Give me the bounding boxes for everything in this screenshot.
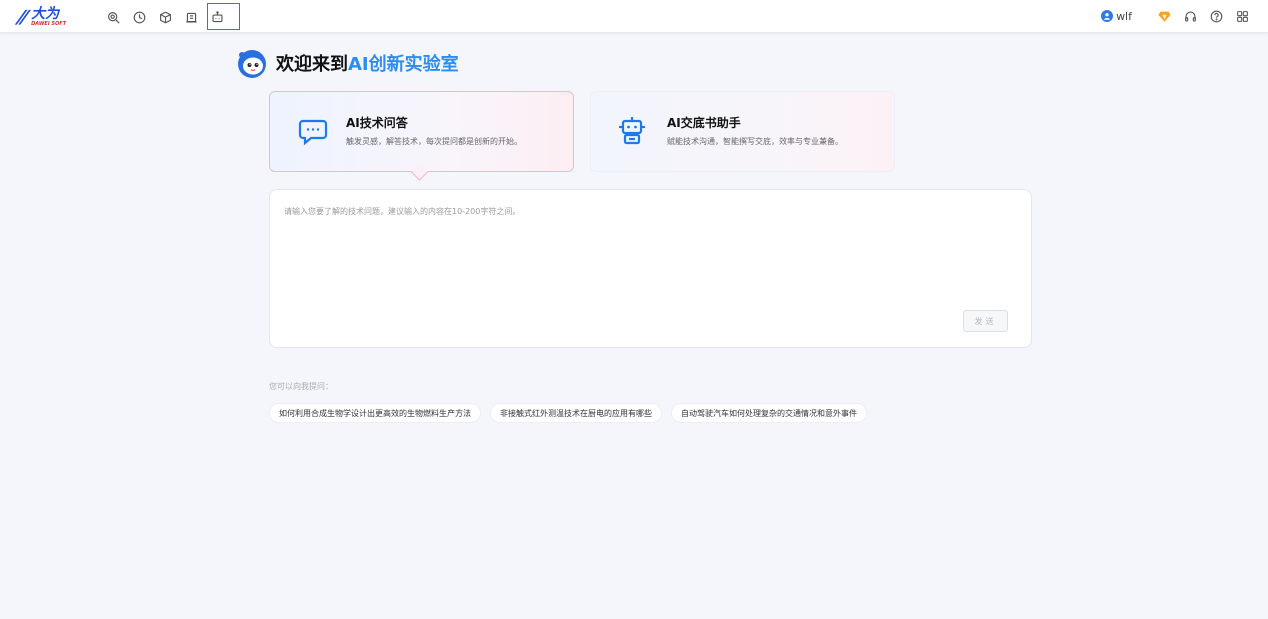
suggestions-label: 您可以向我提问： (269, 382, 333, 391)
suggestion-chip[interactable]: 如何利用合成生物学设计出更高效的生物燃料生产方法 (269, 403, 481, 423)
logo-cn: 大为 (31, 6, 60, 22)
card-body: AI技术问答 触发灵感，解答技术，每次提问都是创新的开始。 (346, 114, 522, 147)
logo[interactable]: ∕∕ 大为 DAWEI SOFT (15, 5, 86, 29)
header-right: wlf (1101, 8, 1250, 24)
send-button[interactable]: 发送 (963, 310, 1008, 332)
user-avatar (1101, 10, 1114, 22)
chat-bubble-icon (298, 119, 328, 146)
title-prefix: 欢迎来到 (276, 54, 348, 75)
suggestion-chip[interactable]: 自动驾驶汽车如何处理复杂的交通情况和意外事件 (671, 403, 867, 423)
box-icon[interactable] (156, 8, 174, 26)
card-title: AI技术问答 (346, 116, 408, 130)
welcome-heading: 欢迎来到AI创新实验室 (236, 47, 459, 79)
card-body: AI交底书助手 赋能技术沟通，智能撰写交底，效率与专业兼备。 (667, 114, 843, 147)
user-name: wlf (1116, 9, 1132, 23)
clock-icon[interactable] (130, 8, 148, 26)
robot-assistant-icon (619, 117, 645, 145)
mode-card-disclosure-assistant[interactable]: AI交底书助手 赋能技术沟通，智能撰写交底，效率与专业兼备。 (590, 91, 895, 172)
user-menu[interactable]: wlf (1101, 10, 1132, 23)
logo-text: 大为 DAWEI SOFT (31, 7, 66, 27)
top-nav (104, 3, 240, 30)
logo-mark: ∕∕ (15, 6, 28, 28)
question-input[interactable] (284, 206, 1014, 306)
report-icon[interactable] (182, 8, 200, 26)
vip-diamond-icon[interactable] (1156, 8, 1172, 24)
active-nav-highlight (207, 3, 240, 30)
question-input-box: 发送 (269, 189, 1032, 348)
title-highlight: AI创新实验室 (348, 54, 459, 75)
logo-en: DAWEI SOFT (31, 21, 67, 27)
suggestions-list: 如何利用合成生物学设计出更高效的生物燃料生产方法 非接触式红外测温技术在厨电的应… (269, 403, 876, 423)
mode-card-tech-qa[interactable]: AI技术问答 触发灵感，解答技术，每次提问都是创新的开始。 (269, 91, 574, 172)
card-title: AI交底书助手 (667, 116, 741, 130)
card-desc: 触发灵感，解答技术，每次提问都是创新的开始。 (346, 137, 522, 146)
card-desc: 赋能技术沟通，智能撰写交底，效率与专业兼备。 (667, 137, 843, 146)
search-patent-icon[interactable] (104, 8, 122, 26)
apps-grid-icon[interactable] (1234, 8, 1250, 24)
headset-icon[interactable] (1182, 8, 1198, 24)
mascot-icon (238, 50, 266, 78)
help-icon[interactable] (1208, 8, 1224, 24)
top-bar: ∕∕ 大为 DAWEI SOFT wlf (0, 0, 1268, 33)
page-title: 欢迎来到AI创新实验室 (276, 50, 459, 76)
suggestion-chip[interactable]: 非接触式红外测温技术在厨电的应用有哪些 (490, 403, 662, 423)
